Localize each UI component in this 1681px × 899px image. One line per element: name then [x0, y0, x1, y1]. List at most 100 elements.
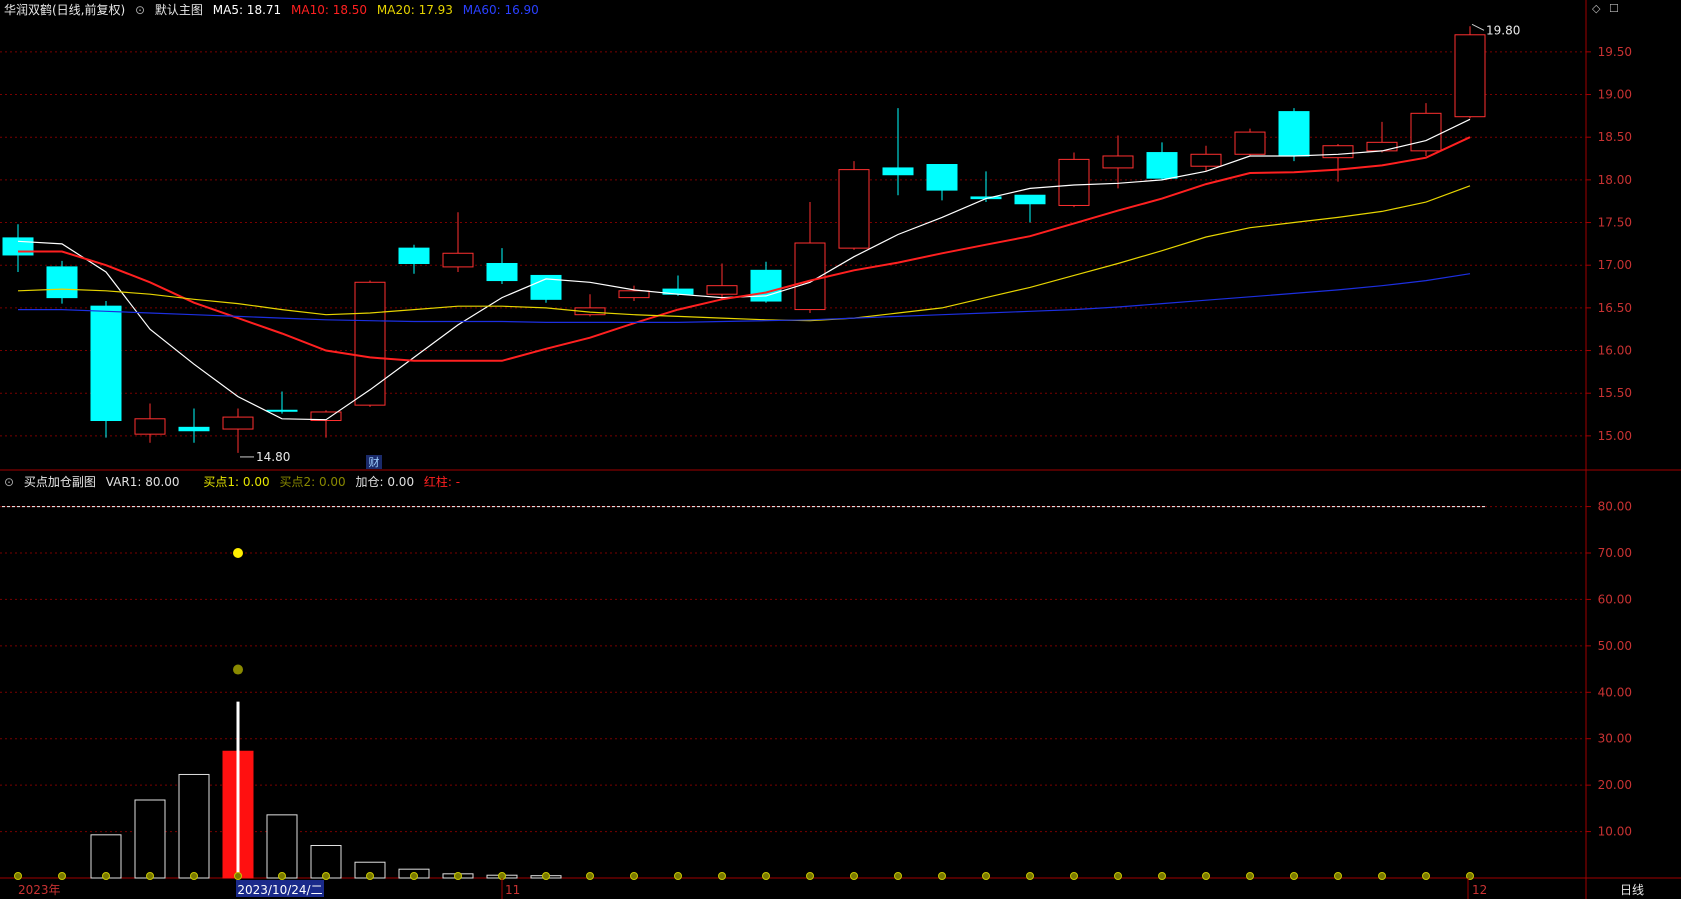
baseline-marker	[1290, 872, 1298, 880]
baseline-marker	[14, 872, 22, 880]
candle	[1322, 144, 1354, 182]
var1-legend: VAR1: 80.00	[105, 475, 180, 489]
low-price-label: 14.80	[256, 450, 290, 464]
y-tick-label: 70.00	[1598, 546, 1632, 560]
candle	[1014, 194, 1046, 223]
diamond-icon[interactable]: ◇	[1592, 2, 1600, 15]
y-tick-label: 10.00	[1598, 825, 1632, 839]
high-marker-arrow	[1471, 23, 1485, 31]
candle-body	[46, 266, 78, 299]
candle-body	[838, 169, 870, 249]
candle	[222, 408, 254, 453]
ma60-legend: MA60: 16.90	[462, 3, 539, 17]
baseline-marker	[1422, 872, 1430, 880]
baseline-marker	[1114, 872, 1122, 880]
candle-body	[398, 247, 430, 264]
main-panel-header: 华润双鹤(日线,前复权) ⊙ 默认主图 MA5: 18.71 MA10: 18.…	[4, 1, 545, 19]
candle-body	[882, 167, 914, 176]
indicator-bar	[90, 834, 122, 879]
baseline-marker	[58, 872, 66, 880]
y-tick-label: 60.00	[1598, 592, 1632, 606]
baseline-marker	[762, 872, 770, 880]
candle	[794, 202, 826, 313]
candle-body	[134, 418, 166, 435]
candle-body	[926, 164, 958, 191]
candle	[442, 212, 474, 273]
baseline-marker	[454, 872, 462, 880]
x-label-dec: 12	[1472, 883, 1487, 897]
candle	[398, 244, 430, 274]
sub-indicator-toggle-icon[interactable]: ⊙	[4, 475, 14, 489]
indicator-bar	[266, 814, 298, 879]
candle-body	[706, 285, 738, 295]
baseline-marker	[806, 872, 814, 880]
chart-menu-icon[interactable]: ☐	[1609, 2, 1619, 15]
y-tick-label: 15.00	[1598, 429, 1632, 443]
y-tick-label: 18.00	[1598, 173, 1632, 187]
sub-indicator-name[interactable]: 买点加仓副图	[24, 475, 96, 489]
ma5-legend: MA5: 18.71	[212, 3, 282, 17]
indicator-bar	[178, 773, 210, 879]
candle-body	[1190, 153, 1222, 167]
candle	[354, 280, 386, 407]
candle-body	[1102, 155, 1134, 169]
buy2-dot	[233, 664, 243, 675]
candle	[1454, 26, 1486, 119]
sub-panel-header: ⊙ 买点加仓副图 VAR1: 80.00 买点1: 0.00 买点2: 0.00…	[4, 473, 466, 491]
candle-body	[1234, 131, 1266, 155]
baseline-marker	[1202, 872, 1210, 880]
y-tick-label: 50.00	[1598, 639, 1632, 653]
candle	[926, 164, 958, 201]
candle-body	[1014, 194, 1046, 205]
candle	[970, 171, 1002, 203]
candle-body	[1146, 152, 1178, 179]
candle-body	[486, 262, 518, 282]
candle-body	[618, 290, 650, 299]
candle-body	[1322, 145, 1354, 159]
baseline-marker	[674, 872, 682, 880]
baseline-marker	[102, 872, 110, 880]
y-tick-label: 30.00	[1598, 732, 1632, 746]
baseline-marker	[1158, 872, 1166, 880]
candle	[1278, 108, 1310, 162]
candle-body	[354, 281, 386, 406]
hongzhu-legend: 红柱: -	[423, 475, 461, 489]
baseline-marker	[278, 872, 286, 880]
y-tick-label: 17.00	[1598, 258, 1632, 272]
stock-title[interactable]: 华润双鹤(日线,前复权)	[4, 3, 125, 17]
event-tag: 财	[369, 455, 380, 469]
baseline-marker	[542, 872, 550, 880]
buy2-legend: 买点2: 0.00	[279, 475, 346, 489]
high-price-label: 19.80	[1486, 23, 1520, 37]
candle	[1410, 103, 1442, 156]
candle-body	[1366, 141, 1398, 152]
selected-date-label: 2023/10/24/二	[237, 883, 322, 897]
period-label: 日线	[1620, 883, 1644, 897]
candle	[1146, 142, 1178, 180]
y-tick-label: 16.50	[1598, 301, 1632, 315]
candle-body	[1410, 112, 1442, 152]
baseline-marker	[410, 872, 418, 880]
baseline-marker	[630, 872, 638, 880]
candle	[882, 108, 914, 196]
candle	[310, 410, 342, 438]
candle	[46, 260, 78, 304]
buy1-legend: 买点1: 0.00	[203, 475, 270, 489]
baseline-marker	[1378, 872, 1386, 880]
candle	[90, 301, 122, 438]
ma20-line	[17, 185, 1471, 322]
candle	[134, 403, 166, 443]
stock-chart[interactable]: 15.00 15.50 16.00 16.50 17.00 17.50 18.00 18.50…	[0, 0, 1681, 899]
candle	[178, 408, 210, 443]
candle	[2, 224, 34, 273]
candle	[706, 263, 738, 300]
baseline-marker	[894, 872, 902, 880]
candle-body	[1278, 111, 1310, 157]
ma20-legend: MA20: 17.93	[376, 3, 453, 17]
indicator-toggle-icon[interactable]: ⊙	[135, 3, 145, 17]
candle	[1102, 135, 1134, 189]
main-indicator-name[interactable]: 默认主图	[155, 3, 203, 17]
x-label-nov: 11	[505, 883, 520, 897]
baseline-marker	[234, 872, 242, 880]
y-tick-label: 17.50	[1598, 216, 1632, 230]
